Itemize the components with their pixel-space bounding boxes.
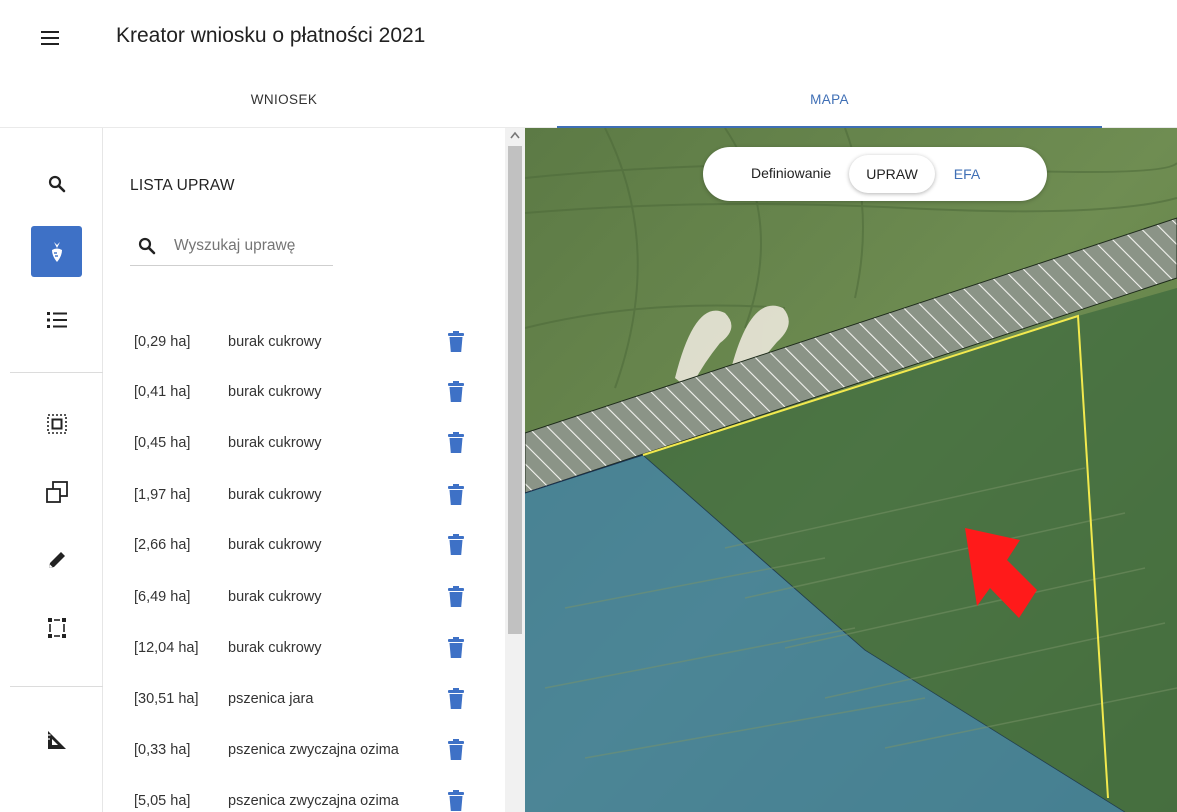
crop-list-item[interactable]: [5,05 ha] pszenica zwyczajna ozima (134, 781, 474, 812)
top-bar: Kreator wniosku o płatności 2021 (0, 0, 1177, 78)
trash-icon[interactable] (448, 484, 464, 506)
satellite-map (525, 128, 1177, 812)
crop-list-item[interactable]: [30,51 ha] pszenica jara (134, 679, 474, 719)
main-tabs: WNIOSEK MAPA (0, 78, 1177, 128)
tab-wniosek[interactable]: WNIOSEK (12, 78, 556, 128)
trash-icon[interactable] (448, 331, 464, 353)
crop-list-item[interactable]: [12,04 ha] burak cukrowy (134, 628, 474, 668)
crop-area: [0,41 ha] (134, 384, 191, 400)
select-area-tool-button[interactable] (31, 602, 82, 653)
crop-name: pszenica zwyczajna ozima (228, 742, 399, 758)
crop-name: burak cukrowy (228, 334, 322, 350)
search-icon (48, 175, 65, 192)
copy-shape-icon (45, 480, 68, 503)
crop-list-item[interactable]: [0,29 ha] burak cukrowy (134, 322, 474, 362)
crop-name: burak cukrowy (228, 537, 322, 553)
crop-area: [0,33 ha] (134, 742, 191, 758)
crop-area: [2,66 ha] (134, 537, 191, 553)
crop-area: [5,05 ha] (134, 793, 191, 809)
crop-area: [1,97 ha] (134, 487, 191, 503)
trash-icon[interactable] (448, 688, 464, 710)
crop-area: [6,49 ha] (134, 589, 191, 605)
crop-list-scrollbar[interactable] (505, 128, 525, 812)
list-tool-button[interactable] (31, 294, 82, 345)
list-icon (46, 311, 67, 328)
crop-list-item[interactable]: [0,33 ha] pszenica zwyczajna ozima (134, 730, 474, 770)
crop-beet-icon (51, 241, 62, 262)
crop-list-title: LISTA UPRAW (130, 177, 235, 194)
measure-ruler-icon (47, 730, 66, 749)
scroll-up-arrow-icon[interactable] (505, 128, 525, 144)
trash-icon[interactable] (448, 739, 464, 761)
tab-mapa[interactable]: MAPA (557, 78, 1102, 128)
trash-icon[interactable] (448, 381, 464, 403)
pencil-icon (48, 551, 65, 568)
trash-icon[interactable] (448, 790, 464, 812)
scrollbar-thumb[interactable] (508, 146, 522, 634)
crop-name: burak cukrowy (228, 487, 322, 503)
crop-area: [12,04 ha] (134, 640, 199, 656)
crop-area: [0,45 ha] (134, 435, 191, 451)
crop-list-item[interactable]: [6,49 ha] burak cukrowy (134, 577, 474, 617)
crop-name: burak cukrowy (228, 640, 322, 656)
crop-list-item[interactable]: [1,97 ha] burak cukrowy (134, 475, 474, 515)
crop-search-input[interactable] (174, 234, 332, 258)
crop-area: [0,29 ha] (134, 334, 191, 350)
page-title: Kreator wniosku o płatności 2021 (116, 24, 426, 47)
trash-icon[interactable] (448, 586, 464, 608)
select-parcel-icon (46, 413, 67, 434)
search-tool-button[interactable] (31, 158, 82, 209)
crop-search (130, 230, 333, 266)
hamburger-menu-icon[interactable] (38, 24, 68, 54)
rail-divider (10, 686, 103, 687)
crop-name: burak cukrowy (228, 384, 322, 400)
map-view[interactable] (525, 128, 1177, 812)
crop-name: burak cukrowy (228, 589, 322, 605)
mode-upraw-button[interactable]: UPRAW (849, 155, 935, 193)
search-icon (138, 237, 156, 255)
crops-tool-button[interactable] (31, 226, 82, 277)
measure-tool-button[interactable] (31, 714, 82, 765)
crop-list-item[interactable]: [0,45 ha] burak cukrowy (134, 423, 474, 463)
crop-name: pszenica jara (228, 691, 314, 707)
copy-shape-tool-button[interactable] (31, 466, 82, 517)
crop-list-panel: LISTA UPRAW [0,29 ha] burak cukrowy [0,4… (104, 128, 505, 812)
select-area-icon (47, 617, 66, 638)
crop-list-item[interactable]: [0,41 ha] burak cukrowy (134, 372, 474, 412)
trash-icon[interactable] (448, 534, 464, 556)
draw-tool-button[interactable] (31, 534, 82, 585)
definition-mode-toggle: Definiowanie UPRAW EFA (703, 147, 1047, 201)
crop-name: burak cukrowy (228, 435, 322, 451)
crop-list-item[interactable]: [2,66 ha] burak cukrowy (134, 525, 474, 565)
trash-icon[interactable] (448, 432, 464, 454)
tool-rail (0, 128, 103, 812)
mode-label: Definiowanie (751, 165, 832, 181)
rail-divider (10, 372, 103, 373)
app-root: Kreator wniosku o płatności 2021 WNIOSEK… (0, 0, 1177, 812)
crop-area: [30,51 ha] (134, 691, 199, 707)
select-parcel-tool-button[interactable] (31, 398, 82, 449)
trash-icon[interactable] (448, 637, 464, 659)
crop-name: pszenica zwyczajna ozima (228, 793, 399, 809)
mode-efa-button[interactable]: EFA (949, 155, 985, 193)
